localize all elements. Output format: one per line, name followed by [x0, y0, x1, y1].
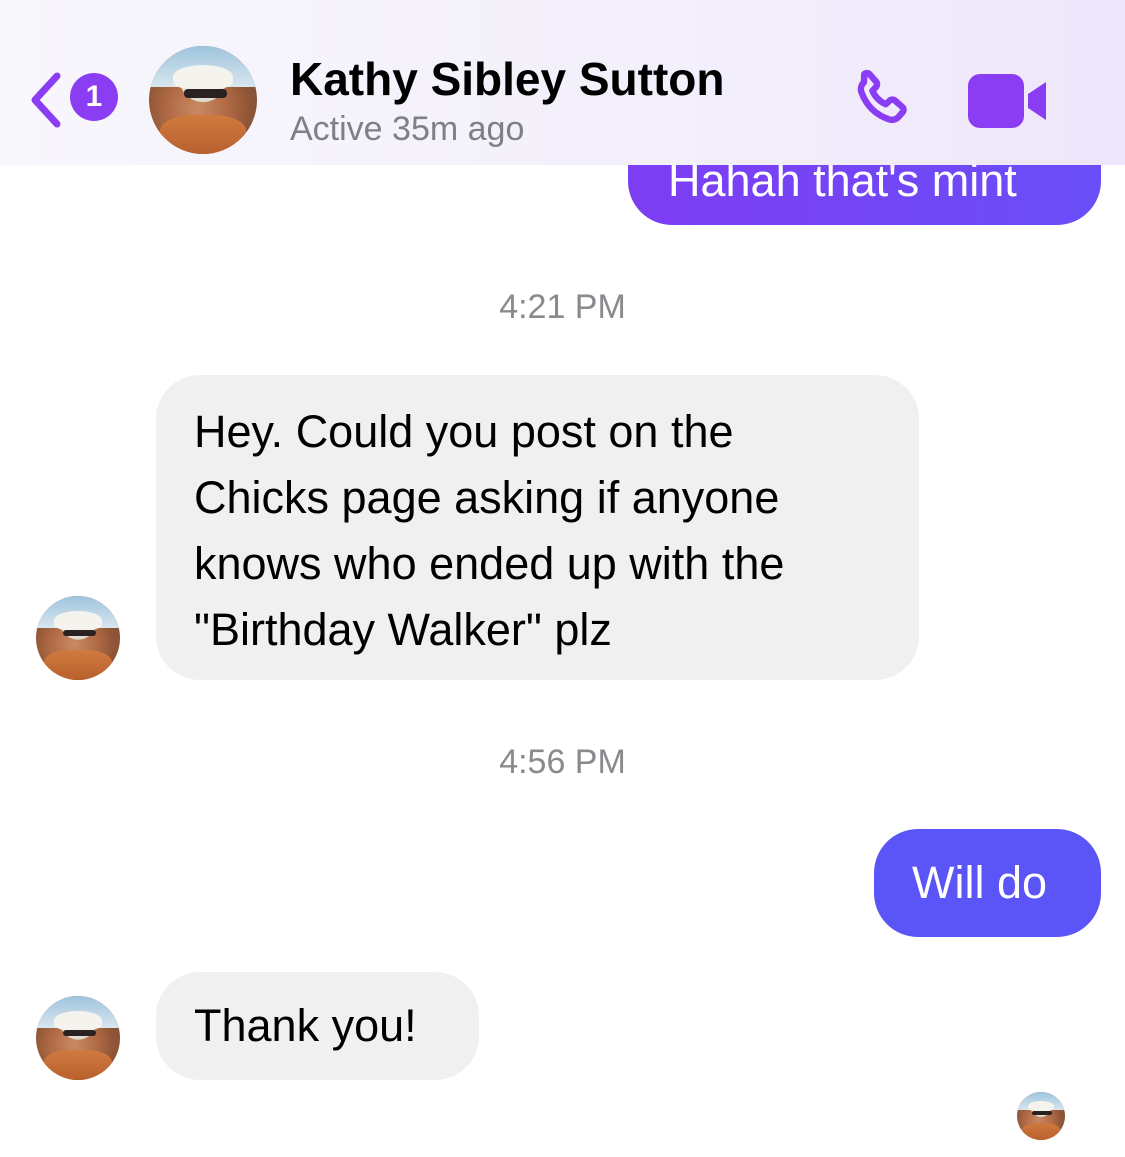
conversation-header: 1 Kathy Sibley Sutton Active 35m ago	[0, 0, 1125, 165]
active-status: Active 35m ago	[290, 110, 525, 148]
back-chevron-icon	[31, 72, 61, 128]
message-bubble-outgoing[interactable]: Will do	[874, 829, 1101, 937]
contact-avatar[interactable]	[36, 996, 120, 1080]
message-text: Will do	[912, 857, 1048, 908]
phone-icon	[857, 69, 907, 124]
read-receipt-avatar	[1017, 1092, 1065, 1140]
message-line: knows who ended up with the	[194, 538, 785, 589]
message-line: "Birthday Walker" plz	[194, 604, 612, 655]
message-bubble-incoming[interactable]: Thank you!	[156, 972, 479, 1080]
timestamp: 4:21 PM	[499, 288, 626, 326]
video-call-button[interactable]	[966, 72, 1050, 130]
message-text: Thank you!	[194, 1000, 417, 1051]
message-line: Hey. Could you post on the	[194, 406, 734, 457]
back-button[interactable]	[26, 70, 66, 130]
unread-badge: 1	[70, 73, 118, 121]
message-bubble-incoming[interactable]: Hey. Could you post on the Chicks page a…	[156, 375, 919, 680]
audio-call-button[interactable]	[845, 66, 915, 136]
message-line: Chicks page asking if anyone	[194, 472, 780, 523]
contact-name[interactable]: Kathy Sibley Sutton	[290, 52, 724, 106]
contact-avatar[interactable]	[149, 46, 257, 154]
video-camera-icon	[968, 74, 1046, 128]
contact-avatar[interactable]	[36, 596, 120, 680]
timestamp: 4:56 PM	[499, 743, 626, 781]
